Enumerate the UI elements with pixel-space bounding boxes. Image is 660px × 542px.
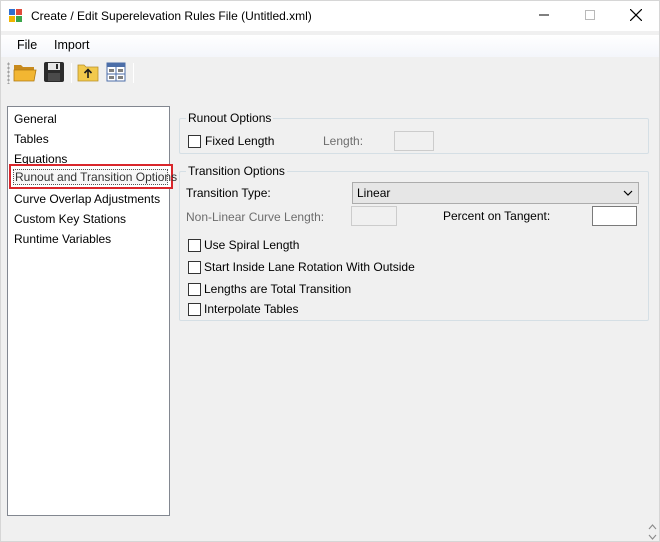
- menu-file[interactable]: File: [17, 38, 37, 52]
- use-spiral-length-checkbox[interactable]: [188, 239, 201, 252]
- runout-options-title: Runout Options: [186, 111, 274, 125]
- length-input[interactable]: [394, 131, 434, 151]
- fixed-length-label[interactable]: Fixed Length: [205, 134, 274, 148]
- menu-bar: File Import: [1, 35, 659, 57]
- nav-item-general[interactable]: General: [14, 112, 57, 126]
- title-bar[interactable]: Create / Edit Superelevation Rules File …: [1, 1, 659, 31]
- lengths-total-transition-label[interactable]: Lengths are Total Transition: [204, 282, 351, 296]
- status-strip: [1, 517, 659, 541]
- maximize-button[interactable]: [567, 1, 613, 31]
- length-label: Length:: [323, 134, 364, 148]
- fixed-length-checkbox[interactable]: [188, 135, 201, 148]
- options-nav-list[interactable]: General Tables Equations Runout and Tran…: [7, 106, 177, 516]
- nav-item-custom-key-stations[interactable]: Custom Key Stations: [14, 212, 126, 226]
- nav-item-tables[interactable]: Tables: [14, 132, 49, 146]
- nav-item-runtime-variables[interactable]: Runtime Variables: [14, 232, 111, 246]
- save-icon: [43, 61, 65, 86]
- nav-item-runout-transition[interactable]: Runout and Transition Options: [9, 164, 177, 189]
- transition-type-dropdown[interactable]: Linear: [352, 182, 639, 204]
- lengths-total-transition-checkbox[interactable]: [188, 283, 201, 296]
- minimize-icon: [539, 9, 549, 23]
- nav-item-label: Runout and Transition Options: [15, 170, 178, 184]
- app-icon: [9, 9, 23, 23]
- maximize-icon: [585, 9, 595, 23]
- nav-item-curve-overlap[interactable]: Curve Overlap Adjustments: [14, 192, 160, 206]
- options-panel: Runout Options Fixed Length Length: Tran…: [175, 101, 649, 516]
- interpolate-tables-label[interactable]: Interpolate Tables: [204, 302, 299, 316]
- toolbar-separator: [71, 63, 72, 83]
- window-title: Create / Edit Superelevation Rules File …: [31, 9, 312, 23]
- folder-up-icon: [77, 62, 99, 85]
- runout-options-group: Runout Options Fixed Length Length:: [179, 111, 649, 154]
- save-button[interactable]: [42, 61, 66, 85]
- transition-type-value: Linear: [357, 186, 391, 200]
- transition-type-label: Transition Type:: [186, 186, 271, 200]
- grid-settings-button[interactable]: [104, 61, 128, 85]
- toolbar: [1, 59, 659, 87]
- nonlinear-curve-length-input[interactable]: [351, 206, 397, 226]
- use-spiral-length-label[interactable]: Use Spiral Length: [204, 238, 299, 252]
- transition-options-group: Transition Options Transition Type: Line…: [179, 164, 649, 321]
- toolbar-separator: [133, 63, 134, 83]
- main-window: Create / Edit Superelevation Rules File …: [0, 0, 660, 542]
- percent-on-tangent-label: Percent on Tangent:: [443, 209, 551, 223]
- menu-import[interactable]: Import: [54, 38, 89, 52]
- nonlinear-curve-length-label: Non-Linear Curve Length:: [186, 210, 325, 224]
- open-folder-icon: [13, 62, 37, 85]
- vertical-scroll-arrows[interactable]: [645, 517, 659, 541]
- transition-options-title: Transition Options: [186, 164, 287, 178]
- close-icon: [629, 8, 643, 24]
- start-inside-lane-rotation-checkbox[interactable]: [188, 261, 201, 274]
- start-inside-lane-rotation-label[interactable]: Start Inside Lane Rotation With Outside: [204, 260, 415, 274]
- open-button[interactable]: [13, 61, 37, 85]
- percent-on-tangent-input[interactable]: [592, 206, 637, 226]
- chevron-down-icon: [623, 187, 633, 201]
- minimize-button[interactable]: [521, 1, 567, 31]
- close-button[interactable]: [613, 1, 659, 31]
- interpolate-tables-checkbox[interactable]: [188, 303, 201, 316]
- chevron-down-icon[interactable]: [648, 530, 657, 542]
- toolbar-grip[interactable]: [7, 62, 10, 84]
- grid-settings-icon: [106, 62, 126, 85]
- folder-up-button[interactable]: [76, 61, 100, 85]
